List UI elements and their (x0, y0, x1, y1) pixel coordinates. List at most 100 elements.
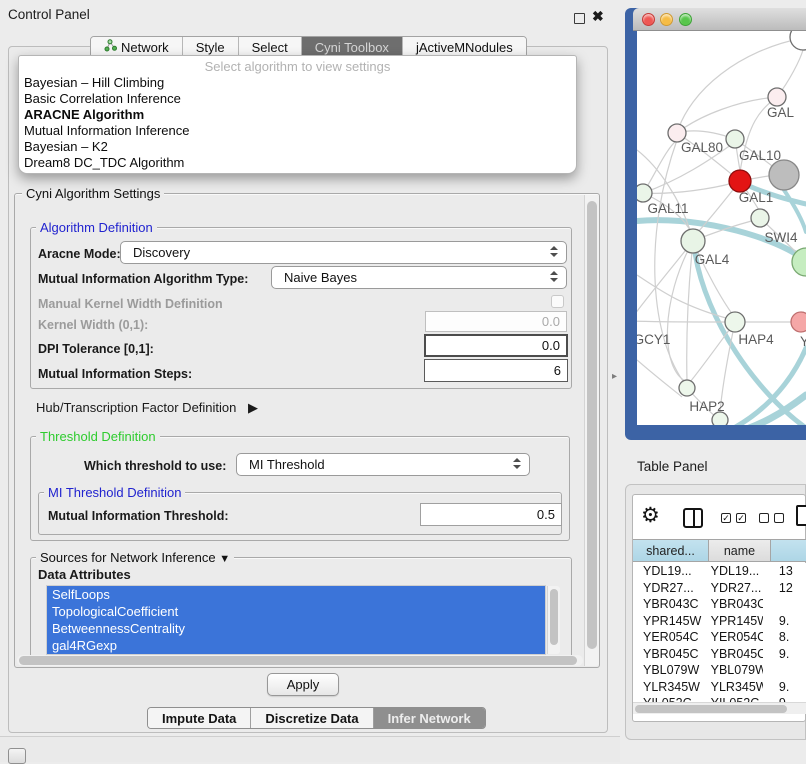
network-edge[interactable] (690, 322, 735, 382)
zoom-light-icon[interactable] (679, 13, 692, 26)
network-node[interactable] (790, 31, 806, 50)
table-row[interactable]: YIL052CYIL052C9. (633, 695, 806, 702)
network-edge[interactable] (637, 321, 726, 322)
which-threshold-label: Which threshold to use: (84, 459, 226, 473)
kernel-width-input[interactable]: 0.0 (425, 311, 567, 332)
select-checks-icon[interactable]: ✓ (736, 513, 746, 523)
table-horizontal-scrollbar[interactable] (633, 702, 806, 714)
algorithm-option[interactable]: Basic Correlation Inference (19, 91, 576, 107)
aracne-mode-select[interactable]: Discovery (120, 241, 567, 264)
tab-cyni-toolbox[interactable]: Cyni Toolbox (302, 37, 403, 57)
deselect-checks-icon[interactable] (774, 513, 784, 523)
deselect-checks-icon[interactable] (759, 513, 769, 523)
table-cell: 13 (763, 563, 806, 580)
attributes-scrollbar-thumb[interactable] (550, 589, 558, 645)
algorithm-option[interactable]: Bayesian – K2 (19, 139, 576, 155)
table-row[interactable]: YDR27...YDR27...12 (633, 580, 806, 597)
split-columns-icon[interactable] (683, 508, 703, 528)
document-icon[interactable] (796, 505, 806, 526)
network-node-hap2[interactable] (679, 380, 695, 396)
tab-discretize-data[interactable]: Discretize Data (251, 708, 373, 728)
table-row[interactable]: YBR043CYBR043C (633, 596, 806, 613)
network-edge[interactable] (637, 241, 693, 318)
table-cell: YBL079W (705, 662, 763, 679)
network-edge-thick[interactable] (724, 348, 806, 425)
network-canvas[interactable]: GALGAL80GAL10GAL1GAL11SWI4GAL4GCY1HAP4YH… (637, 31, 806, 425)
network-edge-thick[interactable] (784, 190, 806, 232)
select-checks-icon[interactable]: ✓ (721, 513, 731, 523)
table-cell: YBR045C (705, 646, 763, 663)
table-cell: YLR345W (633, 679, 705, 696)
network-node[interactable] (769, 160, 799, 190)
network-edge[interactable] (637, 360, 682, 397)
network-node-gal4[interactable] (681, 229, 705, 253)
mi-threshold-input[interactable]: 0.5 (420, 503, 562, 526)
attributes-list-scrollbar[interactable] (547, 586, 560, 654)
table-cell: YDL19... (705, 563, 763, 580)
tab-jactivemnodules[interactable]: jActiveMNodules (403, 37, 526, 57)
table-horizontal-thumb[interactable] (635, 705, 787, 713)
collapse-down-icon[interactable]: ▼ (219, 553, 230, 565)
node-label-gal: GAL (767, 105, 795, 120)
dpi-tolerance-input[interactable]: 0.0 (424, 334, 568, 357)
data-attribute-item[interactable]: BetweennessCentrality (47, 620, 545, 637)
table-row[interactable]: YBR045CYBR045C9. (633, 646, 806, 663)
settings-horizontal-scrollbar[interactable] (17, 655, 583, 666)
sources-legend[interactable]: Sources for Network Inference ▼ (36, 550, 234, 565)
network-node-hap4[interactable] (725, 312, 745, 332)
table-row[interactable]: YDL19...YDL19...13 (633, 563, 806, 580)
which-threshold-select[interactable]: MI Threshold (236, 453, 530, 476)
table-column-header[interactable]: name (709, 540, 771, 561)
network-node-gal[interactable] (768, 88, 786, 106)
algorithm-option[interactable]: ARACNE Algorithm (19, 107, 576, 123)
table-cell (763, 596, 806, 613)
settings-vertical-thumb[interactable] (587, 201, 597, 649)
data-attributes-list[interactable]: SelfLoopsTopologicalCoefficientBetweenne… (46, 585, 546, 655)
tab-network[interactable]: Network (91, 37, 183, 57)
network-node-swi4[interactable] (751, 209, 769, 227)
table-row[interactable]: YBL079WYBL079W (633, 662, 806, 679)
stepper-icon (550, 246, 559, 257)
data-attribute-item[interactable]: gal4RGexp (47, 637, 545, 654)
tab-select[interactable]: Select (239, 37, 302, 57)
manual-kernel-width-checkbox[interactable] (551, 295, 564, 308)
mi-algorithm-type-select[interactable]: Naive Bayes (271, 266, 567, 289)
mi-threshold-label: Mutual Information Threshold: (48, 509, 229, 523)
network-node-gal11[interactable] (637, 184, 652, 202)
table-cell: YLR345W (705, 679, 763, 696)
algorithm-option[interactable]: Bayesian – Hill Climbing (19, 75, 576, 91)
table-row[interactable]: YPR145WYPR145W9. (633, 613, 806, 630)
tab-style[interactable]: Style (183, 37, 239, 57)
minimize-light-icon[interactable] (660, 13, 673, 26)
gear-icon[interactable]: ⚙ (641, 503, 660, 528)
table-column-header[interactable] (771, 540, 806, 561)
close-light-icon[interactable] (642, 13, 655, 26)
table-row[interactable]: YLR345WYLR345W9. (633, 679, 806, 696)
expand-right-icon[interactable]: ▶ (248, 400, 258, 415)
node-label-y: Y (800, 334, 806, 349)
table-row[interactable]: YER054CYER054C8. (633, 629, 806, 646)
data-attribute-item[interactable]: TopologicalCoefficient (47, 603, 545, 620)
network-graph: GALGAL80GAL10GAL1GAL11SWI4GAL4GCY1HAP4YH… (637, 31, 806, 425)
tab-infer-network[interactable]: Infer Network (374, 708, 485, 728)
algorithm-option[interactable]: Dream8 DC_TDC Algorithm (19, 155, 576, 171)
settings-horizontal-thumb[interactable] (19, 656, 577, 665)
network-edge[interactable] (687, 241, 693, 381)
mi-steps-input[interactable]: 6 (424, 359, 568, 382)
close-window-button[interactable]: ✖ (592, 8, 604, 25)
algorithm-option[interactable]: Mutual Information Inference (19, 123, 576, 139)
mi-steps-label: Mutual Information Steps: (38, 367, 192, 381)
table-column-header[interactable]: shared... (633, 540, 709, 561)
network-window-titlebar[interactable] (633, 8, 806, 31)
settings-vertical-scrollbar[interactable] (584, 195, 599, 666)
network-node-gal1[interactable] (729, 170, 751, 192)
aracne-mode-value: Discovery (133, 245, 190, 260)
tab-impute-data[interactable]: Impute Data (148, 708, 251, 728)
network-node-y[interactable] (791, 312, 806, 332)
splitter-handle-icon[interactable]: ▸ (612, 371, 617, 382)
apply-button[interactable]: Apply (267, 673, 339, 696)
network-node-gal10[interactable] (726, 130, 744, 148)
data-attribute-item[interactable]: SelfLoops (47, 586, 545, 603)
float-window-button[interactable] (574, 13, 585, 24)
hub-tf-definition-toggle[interactable]: Hub/Transcription Factor Definition ▶ (36, 400, 258, 416)
